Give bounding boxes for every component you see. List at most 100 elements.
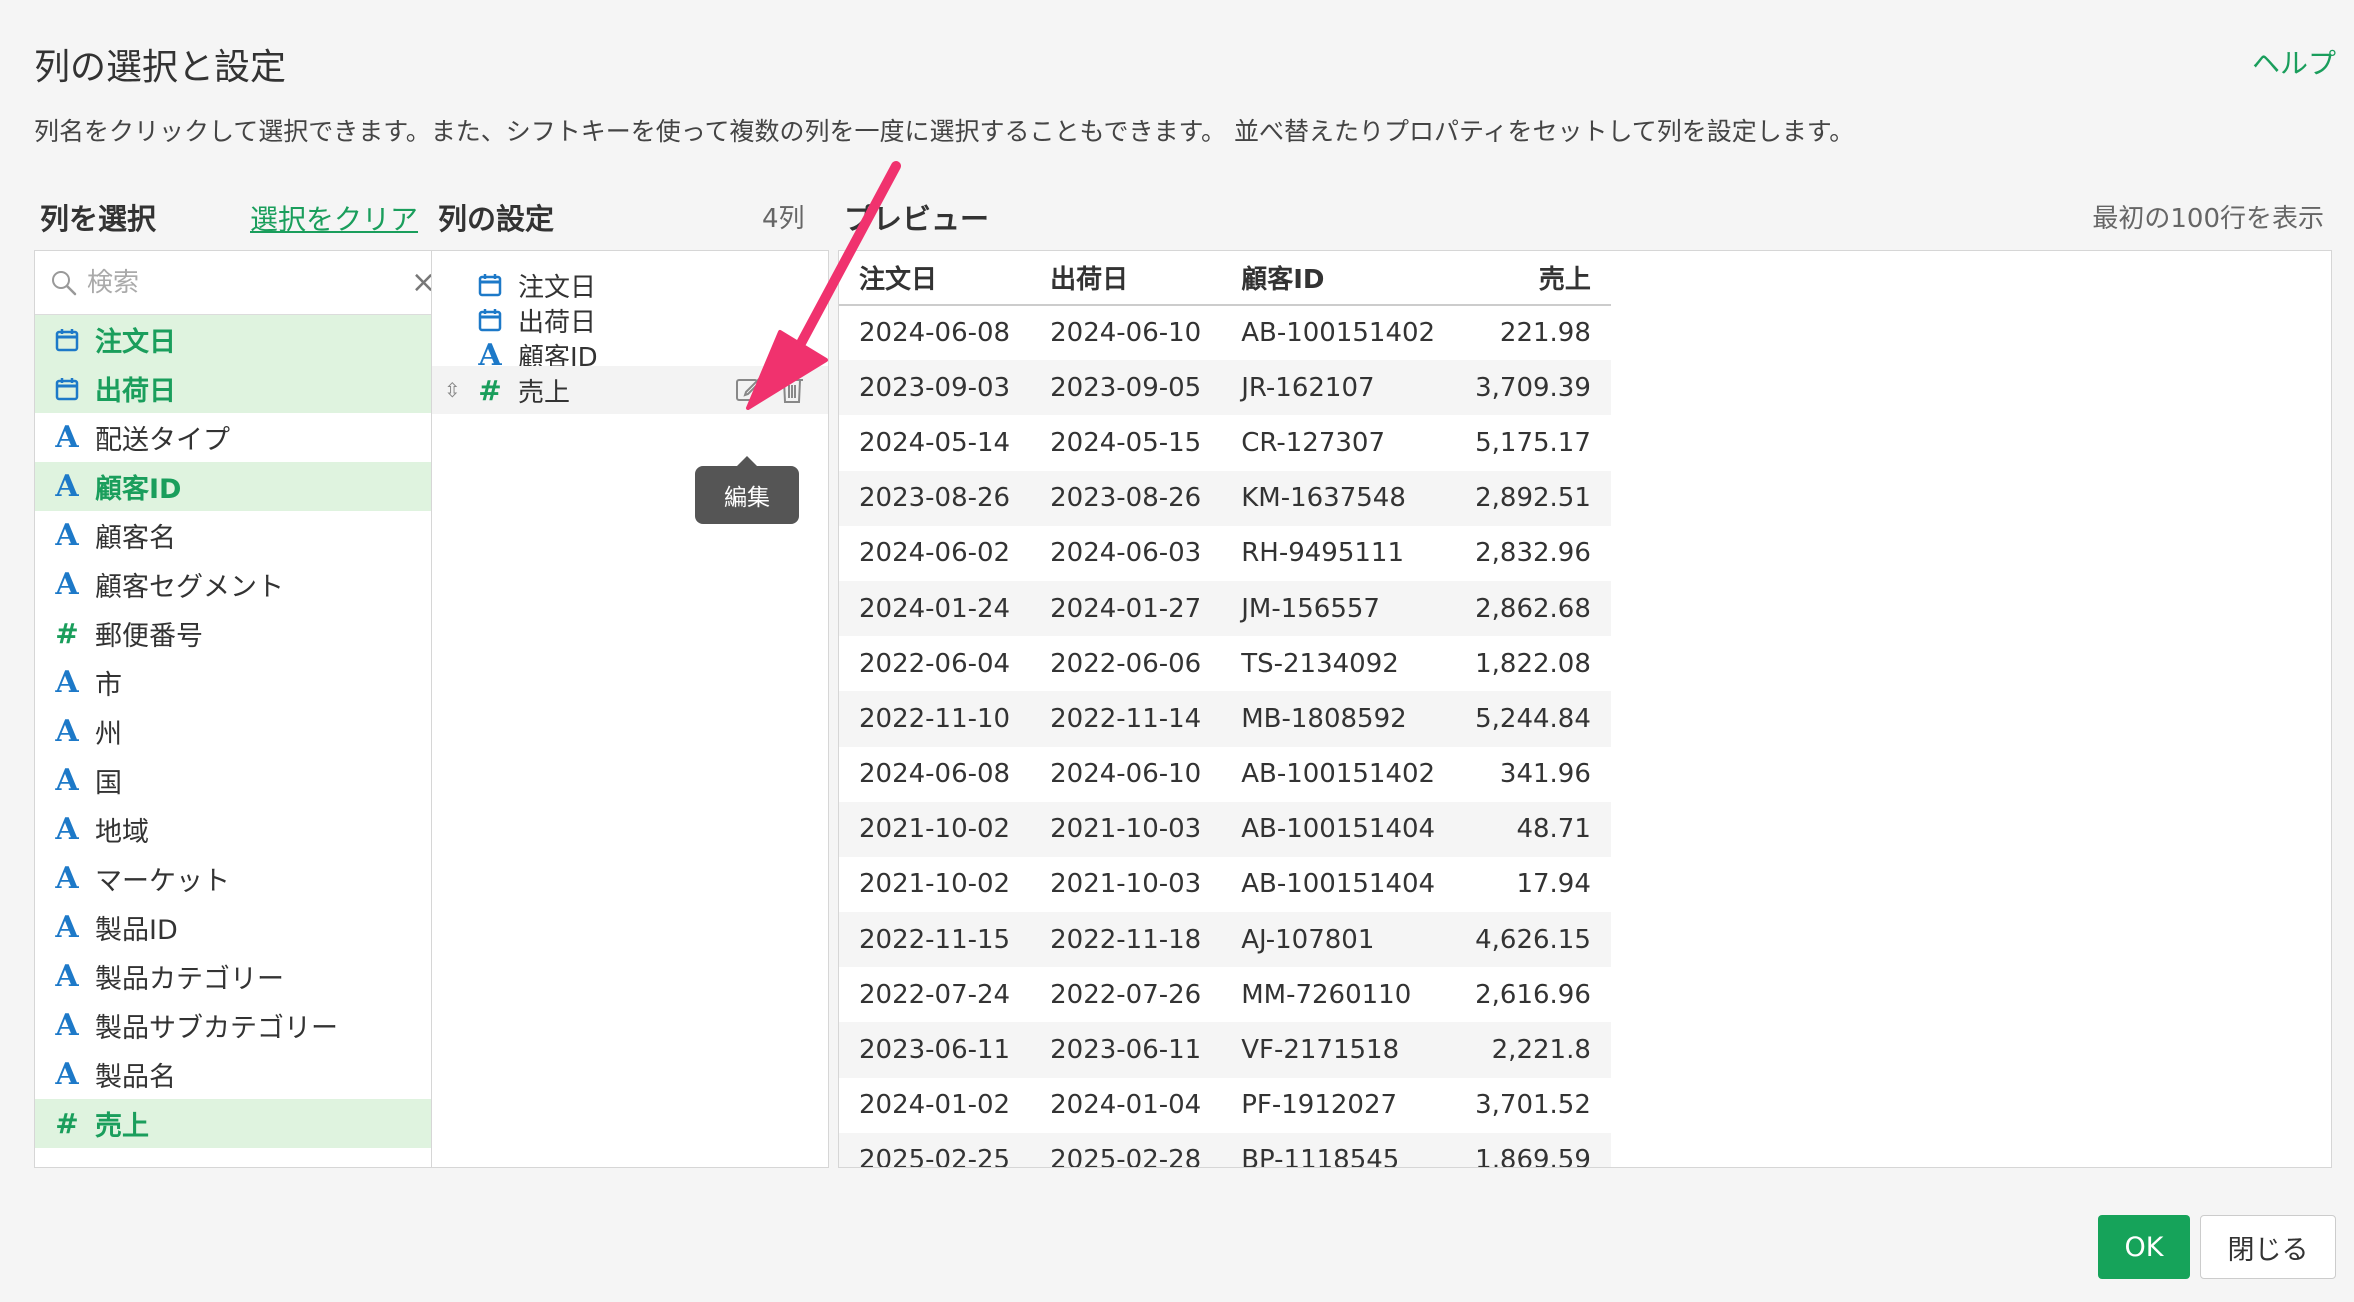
preview-column-header: 出荷日	[1030, 251, 1222, 306]
column-item-label: 製品カテゴリー	[95, 964, 284, 995]
table-cell: BP-1118545	[1221, 1132, 1456, 1167]
table-cell: 3,701.52	[1475, 1090, 1591, 1121]
table-cell: 2024-05-15	[1050, 427, 1202, 458]
table-cell: 2021-10-02	[859, 869, 1011, 900]
table-cell: 2024-01-27	[1030, 580, 1222, 637]
table-cell: 2,616.96	[1475, 979, 1591, 1010]
preview-column-header: 注文日	[839, 251, 1031, 306]
preview-table-body: 2024-06-08 2024-06-10 AB-100151402 221.98 20…	[839, 305, 1611, 1167]
table-cell: 2022-11-14	[1030, 691, 1222, 747]
select-heading: 列を選択	[40, 202, 157, 236]
table-cell: AJ-107801	[1221, 912, 1456, 968]
text-type-icon: A	[55, 518, 79, 553]
table-row: 2021-10-02 2021-10-03 AB-100151404 48.71	[839, 801, 1611, 857]
column-item-label: 顧客ID	[95, 474, 182, 505]
search-input[interactable]	[87, 267, 411, 298]
table-cell: 2021-10-03	[1050, 869, 1202, 900]
column-item[interactable]: A 地域	[35, 805, 431, 854]
column-item[interactable]: # 売上	[35, 1099, 431, 1148]
text-type-icon: A	[55, 910, 79, 945]
text-type-icon: A	[55, 763, 79, 798]
column-item[interactable]: A 製品カテゴリー	[35, 952, 431, 1001]
column-item[interactable]: A 顧客セグメント	[35, 560, 431, 609]
table-row: 2023-09-03 2023-09-05 JR-162107 3,709.39	[839, 360, 1611, 416]
text-type-icon: A	[55, 1057, 79, 1092]
edit-icon[interactable]	[734, 374, 764, 411]
text-type-icon: A	[55, 1008, 79, 1043]
column-item-label: 出荷日	[95, 376, 176, 407]
table-row: 2023-08-26 2023-08-26 KM-1637548 2,892.51	[839, 470, 1611, 526]
number-type-icon: #	[478, 373, 502, 407]
search-row: ×	[35, 251, 431, 315]
column-item[interactable]: A 製品ID	[35, 903, 431, 952]
column-item[interactable]: A 顧客ID	[35, 462, 431, 511]
text-type-icon: A	[55, 714, 79, 749]
column-item-label: 郵便番号	[95, 621, 203, 652]
column-item[interactable]: A 製品サブカテゴリー	[35, 1001, 431, 1050]
table-cell: 2024-06-03	[1050, 538, 1202, 569]
help-link[interactable]: ヘルプ	[2252, 42, 2336, 82]
calendar-icon	[476, 273, 504, 297]
table-cell: 2023-09-05	[1030, 360, 1222, 416]
table-row: 2024-05-14 2024-05-15 CR-127307 5,175.17	[839, 415, 1611, 470]
column-item[interactable]: A市	[35, 658, 431, 707]
table-cell: 2024-01-02	[859, 1090, 1011, 1121]
column-item-label: 顧客セグメント	[95, 572, 284, 603]
table-cell: 221.98	[1499, 318, 1591, 349]
column-item-label: 製品ID	[95, 915, 178, 946]
table-row: 2023-06-11 2023-06-11 VF-2171518 2,221.8	[839, 1022, 1611, 1078]
preview-header-row: 注文日 出荷日 顧客ID 売上	[839, 251, 1611, 306]
config-item[interactable]: ⇳ # 売上	[432, 366, 828, 414]
clear-selection-link[interactable]: 選択をクリア	[250, 198, 418, 238]
column-item-label: 製品名	[95, 1062, 176, 1093]
table-cell: 2023-08-26	[839, 470, 1031, 526]
preview-table: 注文日 出荷日 顧客ID 売上 2024-06-08 2024-06-10 AB-1001…	[839, 251, 1611, 1167]
ok-button[interactable]: OK	[2098, 1215, 2190, 1279]
table-cell: 2022-06-04	[859, 648, 1011, 679]
table-cell: 2023-09-03	[839, 360, 1031, 416]
table-cell: 2024-06-10	[1050, 318, 1202, 349]
dialog-title: 列の選択と設定	[34, 47, 287, 88]
column-item[interactable]: A 配送タイプ	[35, 413, 431, 462]
preview-column-header: 売上	[1455, 251, 1611, 306]
text-type-icon: A	[55, 861, 79, 896]
column-item-label: マーケット	[95, 866, 230, 897]
table-cell: 2022-07-26	[1050, 979, 1202, 1010]
column-item-label: 製品サブカテゴリー	[95, 1013, 338, 1044]
config-heading: 列の設定	[438, 202, 555, 236]
table-cell: 2025-02-25	[839, 1132, 1031, 1167]
preview-row-info: 最初の100行を表示	[2092, 204, 2324, 234]
table-row: 2025-02-25 2025-02-28 BP-1118545 1,869.59	[839, 1132, 1611, 1167]
table-cell: TS-2134092	[1241, 648, 1399, 679]
column-item[interactable]: A国	[35, 756, 431, 805]
table-row: 2022-11-15 2022-11-18 AJ-107801 4,626.15	[839, 912, 1611, 968]
table-cell: KM-1637548	[1221, 470, 1456, 526]
column-item-label: 売上	[95, 1111, 149, 1142]
table-cell: 2024-01-04	[1050, 1090, 1202, 1121]
column-item[interactable]: A マーケット	[35, 854, 431, 903]
column-list: 注文日 出荷日 A 配送タイプ A 顧客ID A 顧客名 A 顧客セグメント # 郵便番号 A 市 A 州 A 国…	[35, 315, 431, 1148]
table-cell: RH-9495111	[1241, 538, 1405, 569]
table-cell: AB-100151404	[1241, 869, 1436, 900]
column-item[interactable]: 出荷日	[35, 364, 431, 413]
table-cell: 2024-06-08	[859, 759, 1011, 790]
table-cell: 2024-06-08	[859, 318, 1011, 349]
table-cell: AB-100151404	[1221, 801, 1456, 857]
sort-handle-icon[interactable]: ⇳	[444, 378, 466, 402]
search-icon	[49, 268, 79, 298]
table-cell: 341.96	[1499, 759, 1591, 790]
column-item[interactable]: A 顧客名	[35, 511, 431, 560]
text-type-icon: A	[55, 420, 79, 455]
column-item[interactable]: A 製品名	[35, 1050, 431, 1099]
delete-icon[interactable]	[778, 374, 806, 411]
table-cell: MB-1808592	[1221, 691, 1456, 747]
column-item[interactable]: 注文日	[35, 315, 431, 364]
close-button[interactable]: 閉じる	[2200, 1215, 2336, 1279]
table-cell: 1,869.59	[1455, 1132, 1611, 1167]
column-select-panel: × 注文日出荷日A配送タイプA顧客IDA顧客名A顧客セグメント#郵便番号A市A州…	[34, 250, 432, 1168]
column-item[interactable]: A州	[35, 707, 431, 756]
clear-search-icon[interactable]: ×	[411, 265, 431, 300]
column-item[interactable]: # 郵便番号	[35, 609, 431, 658]
table-cell: 17.94	[1516, 869, 1591, 900]
table-cell: AB-100151402	[1241, 759, 1436, 790]
